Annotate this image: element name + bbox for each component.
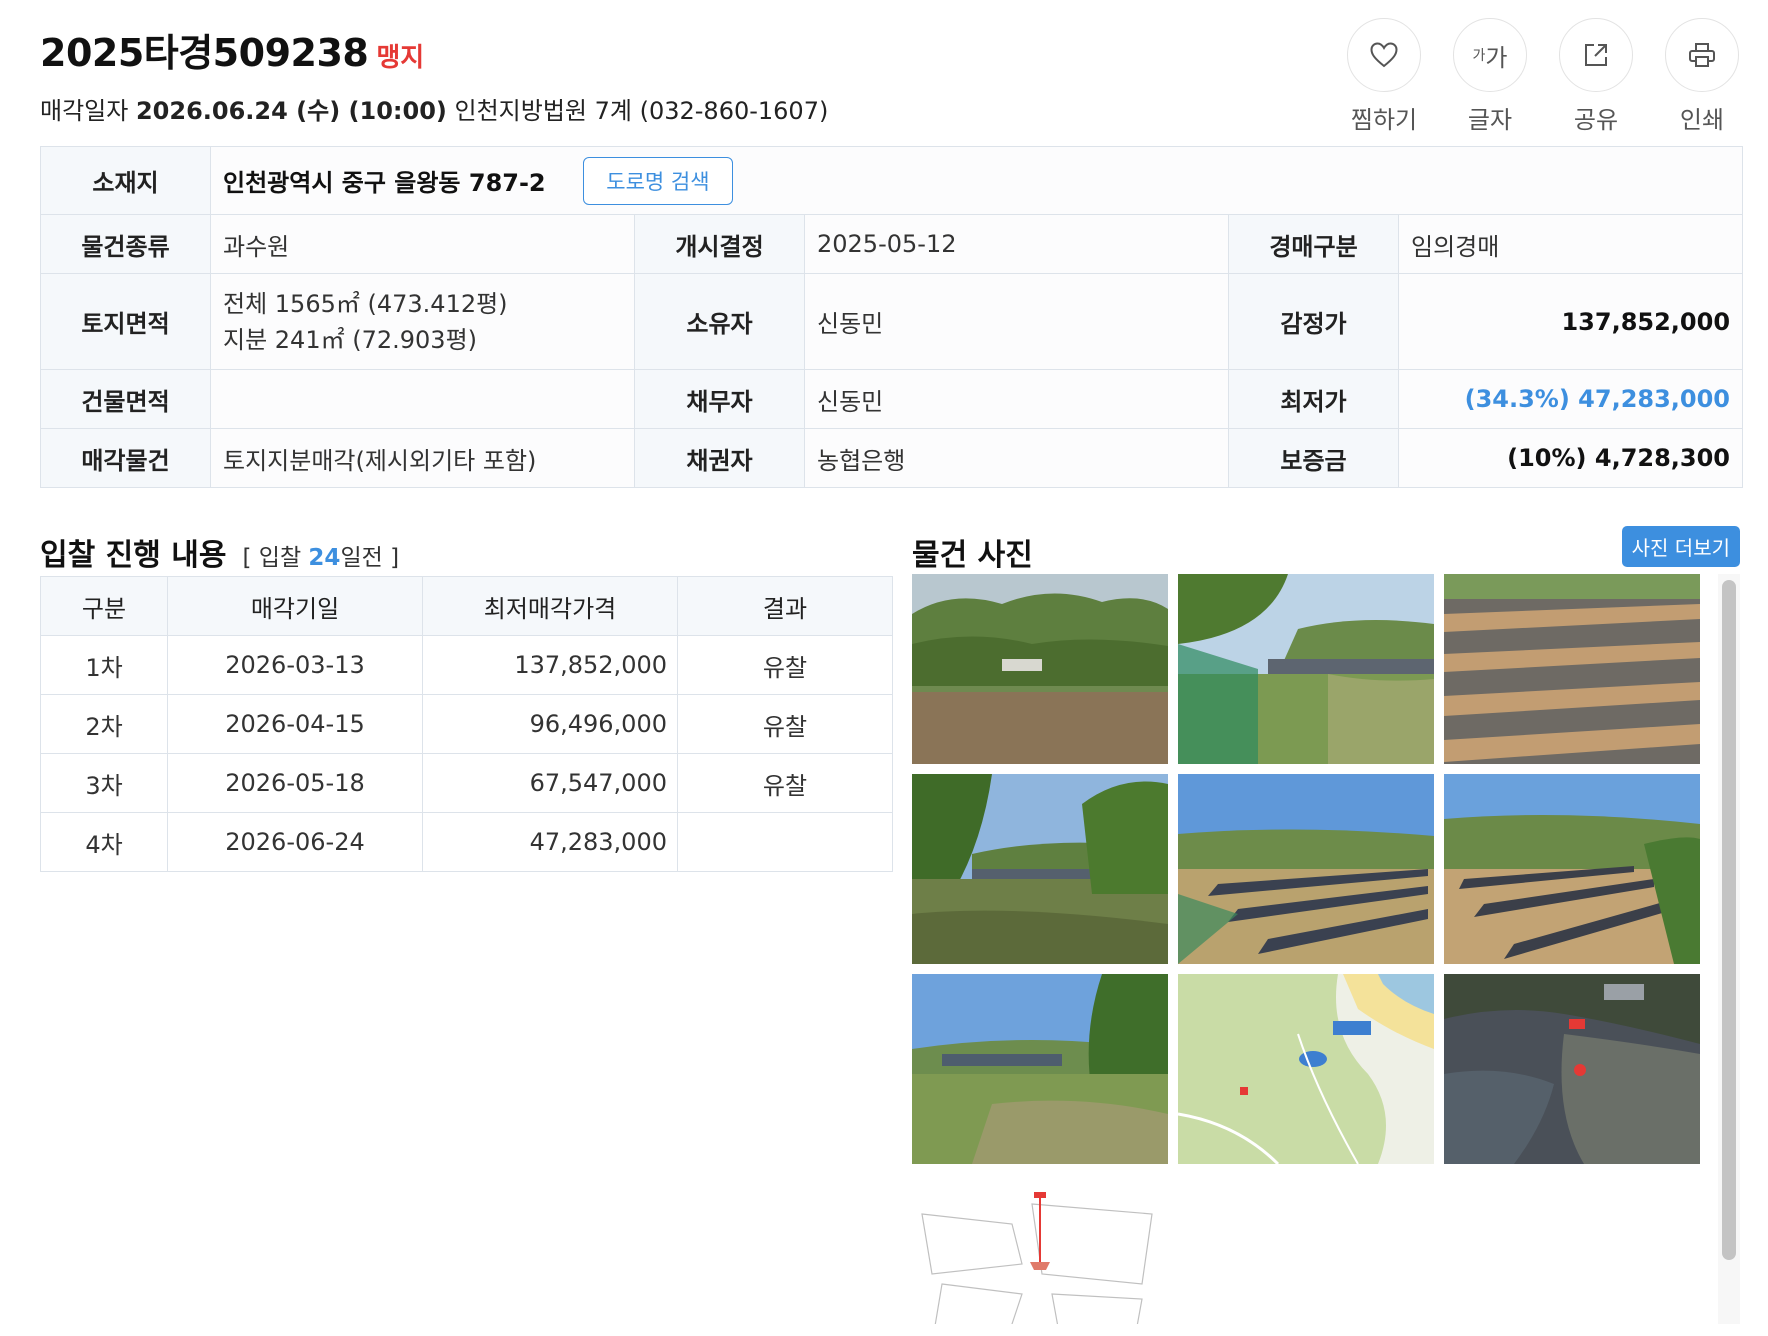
auction-type: 임의경매 xyxy=(1397,214,1744,274)
font-size-icon: 가가 xyxy=(1453,18,1527,92)
land-area: 전체 1565㎡ (473.412평) 지분 241㎡ (72.903평) xyxy=(210,273,635,370)
photo-cadastral-map[interactable] xyxy=(912,1174,1168,1324)
photo-map[interactable] xyxy=(1178,974,1434,1164)
bid-days: 24 xyxy=(308,545,341,571)
share-icon xyxy=(1559,18,1633,92)
bid-countdown: [ 입찰 24일전 ] xyxy=(242,545,400,571)
bid-date: 2026-06-24 xyxy=(167,812,423,872)
bid-section-title: 입찰 진행 내용 [ 입찰 24일전 ] xyxy=(40,530,399,574)
print-label: 인쇄 xyxy=(1679,106,1725,134)
photo-pond[interactable] xyxy=(912,574,1168,764)
building-area xyxy=(210,369,635,429)
land-area-share: 지분 241㎡ (72.903평) xyxy=(223,325,478,354)
sale-date-label: 매각일자 xyxy=(40,97,129,125)
type-label: 물건종류 xyxy=(40,214,211,274)
bid-price: 96,496,000 xyxy=(422,694,678,754)
print-icon xyxy=(1665,18,1739,92)
bid-result xyxy=(677,812,893,872)
favorite-label: 찜하기 xyxy=(1350,106,1418,134)
bid-result: 유찰 xyxy=(677,694,893,754)
appraisal-value: 137,852,000 xyxy=(1397,273,1744,370)
bid-date: 2026-03-13 xyxy=(167,635,423,695)
bid-round: 4차 xyxy=(40,812,168,872)
table-header-row: 구분 매각기일 최저매각가격 결과 xyxy=(40,576,893,636)
photo-aerial[interactable] xyxy=(1444,974,1700,1164)
case-number: 2025타경509238 xyxy=(40,31,369,75)
sale-info: 매각일자 2026.06.24 (수) (10:00) 인천지방법원 7계 (0… xyxy=(40,91,828,126)
debtor: 신동민 xyxy=(804,369,1229,429)
photo-field-rows-1[interactable] xyxy=(1178,774,1434,964)
action-bar: 찜하기 가가 글자 공유 인쇄 xyxy=(1346,18,1740,135)
col-date: 매각기일 xyxy=(167,576,423,636)
bid-date: 2026-04-15 xyxy=(167,694,423,754)
bid-price: 67,547,000 xyxy=(422,753,678,813)
bid-history-table: 구분 매각기일 최저매각가격 결과 1차 2026-03-13 137,852,… xyxy=(40,576,893,872)
start-decision-label: 개시결정 xyxy=(634,214,805,274)
font-size-button[interactable]: 가가 글자 xyxy=(1452,18,1528,135)
photo-scrollbar-thumb[interactable] xyxy=(1722,580,1736,1260)
bid-round: 3차 xyxy=(40,753,168,813)
photo-grass-field[interactable] xyxy=(912,974,1168,1164)
photo-field-fence[interactable] xyxy=(1178,574,1434,764)
bid-price: 47,283,000 xyxy=(422,812,678,872)
favorite-button[interactable]: 찜하기 xyxy=(1346,18,1422,135)
bid-title: 입찰 진행 내용 xyxy=(40,538,227,573)
table-row: 1차 2026-03-13 137,852,000 유찰 xyxy=(40,635,893,695)
creditor: 농협은행 xyxy=(804,428,1229,488)
photo-field-rows-2[interactable] xyxy=(1444,774,1700,964)
photo-mulch-rows[interactable] xyxy=(1444,574,1700,764)
min-price-label: 최저가 xyxy=(1228,369,1399,429)
bid-result: 유찰 xyxy=(677,753,893,813)
font-size-label: 글자 xyxy=(1467,106,1513,134)
property-type: 과수원 xyxy=(210,214,635,274)
sale-item: 토지지분매각(제시외기타 포함) xyxy=(210,428,635,488)
auction-type-label: 경매구분 xyxy=(1228,214,1399,274)
location-cell: 인천광역시 중구 을왕동 787-2 도로명 검색 xyxy=(209,146,1744,215)
start-decision-date: 2025-05-12 xyxy=(804,214,1229,274)
building-area-label: 건물면적 xyxy=(40,369,211,429)
deposit-value: (10%) 4,728,300 xyxy=(1397,428,1744,488)
share-button[interactable]: 공유 xyxy=(1558,18,1634,135)
bid-result: 유찰 xyxy=(677,635,893,695)
bid-round: 1차 xyxy=(40,635,168,695)
owner: 신동민 xyxy=(804,273,1229,370)
appraisal-label: 감정가 xyxy=(1228,273,1399,370)
owner-label: 소유자 xyxy=(634,273,805,370)
heart-icon xyxy=(1347,18,1421,92)
share-label: 공유 xyxy=(1573,106,1619,134)
court-info: 인천지방법원 7계 (032-860-1607) xyxy=(454,97,829,125)
photos-title: 물건 사진 xyxy=(912,538,1033,573)
location-label: 소재지 xyxy=(40,146,211,215)
photo-field-trees[interactable] xyxy=(912,774,1168,964)
road-name-search-button[interactable]: 도로명 검색 xyxy=(583,156,733,205)
creditor-label: 채권자 xyxy=(634,428,805,488)
print-button[interactable]: 인쇄 xyxy=(1664,18,1740,135)
table-row: 3차 2026-05-18 67,547,000 유찰 xyxy=(40,753,893,813)
more-photos-button[interactable]: 사진 더보기 xyxy=(1621,526,1740,567)
deposit-label: 보증금 xyxy=(1228,428,1399,488)
bid-date: 2026-05-18 xyxy=(167,753,423,813)
landlocked-tag: 맹지 xyxy=(376,43,425,73)
location-address: 인천광역시 중구 을왕동 787-2 xyxy=(223,169,546,197)
property-info-table: 소재지 인천광역시 중구 을왕동 787-2 도로명 검색 물건종류 과수원 개… xyxy=(40,146,1744,488)
debtor-label: 채무자 xyxy=(634,369,805,429)
min-price-value: (34.3%) 47,283,000 xyxy=(1397,369,1744,429)
sale-date: 2026.06.24 (수) (10:00) xyxy=(135,97,447,125)
sale-item-label: 매각물건 xyxy=(40,428,211,488)
col-round: 구분 xyxy=(40,576,168,636)
col-result: 결과 xyxy=(677,576,893,636)
table-row: 4차 2026-06-24 47,283,000 xyxy=(40,812,893,872)
case-header: 2025타경509238 맹지 매각일자 2026.06.24 (수) (10:… xyxy=(40,22,828,126)
table-row: 2차 2026-04-15 96,496,000 유찰 xyxy=(40,694,893,754)
land-area-total: 전체 1565㎡ (473.412평) xyxy=(223,289,508,318)
photo-grid xyxy=(912,574,1716,1324)
col-min-price: 최저매각가격 xyxy=(422,576,678,636)
bid-round: 2차 xyxy=(40,694,168,754)
land-area-label: 토지면적 xyxy=(40,273,211,370)
bid-price: 137,852,000 xyxy=(422,635,678,695)
